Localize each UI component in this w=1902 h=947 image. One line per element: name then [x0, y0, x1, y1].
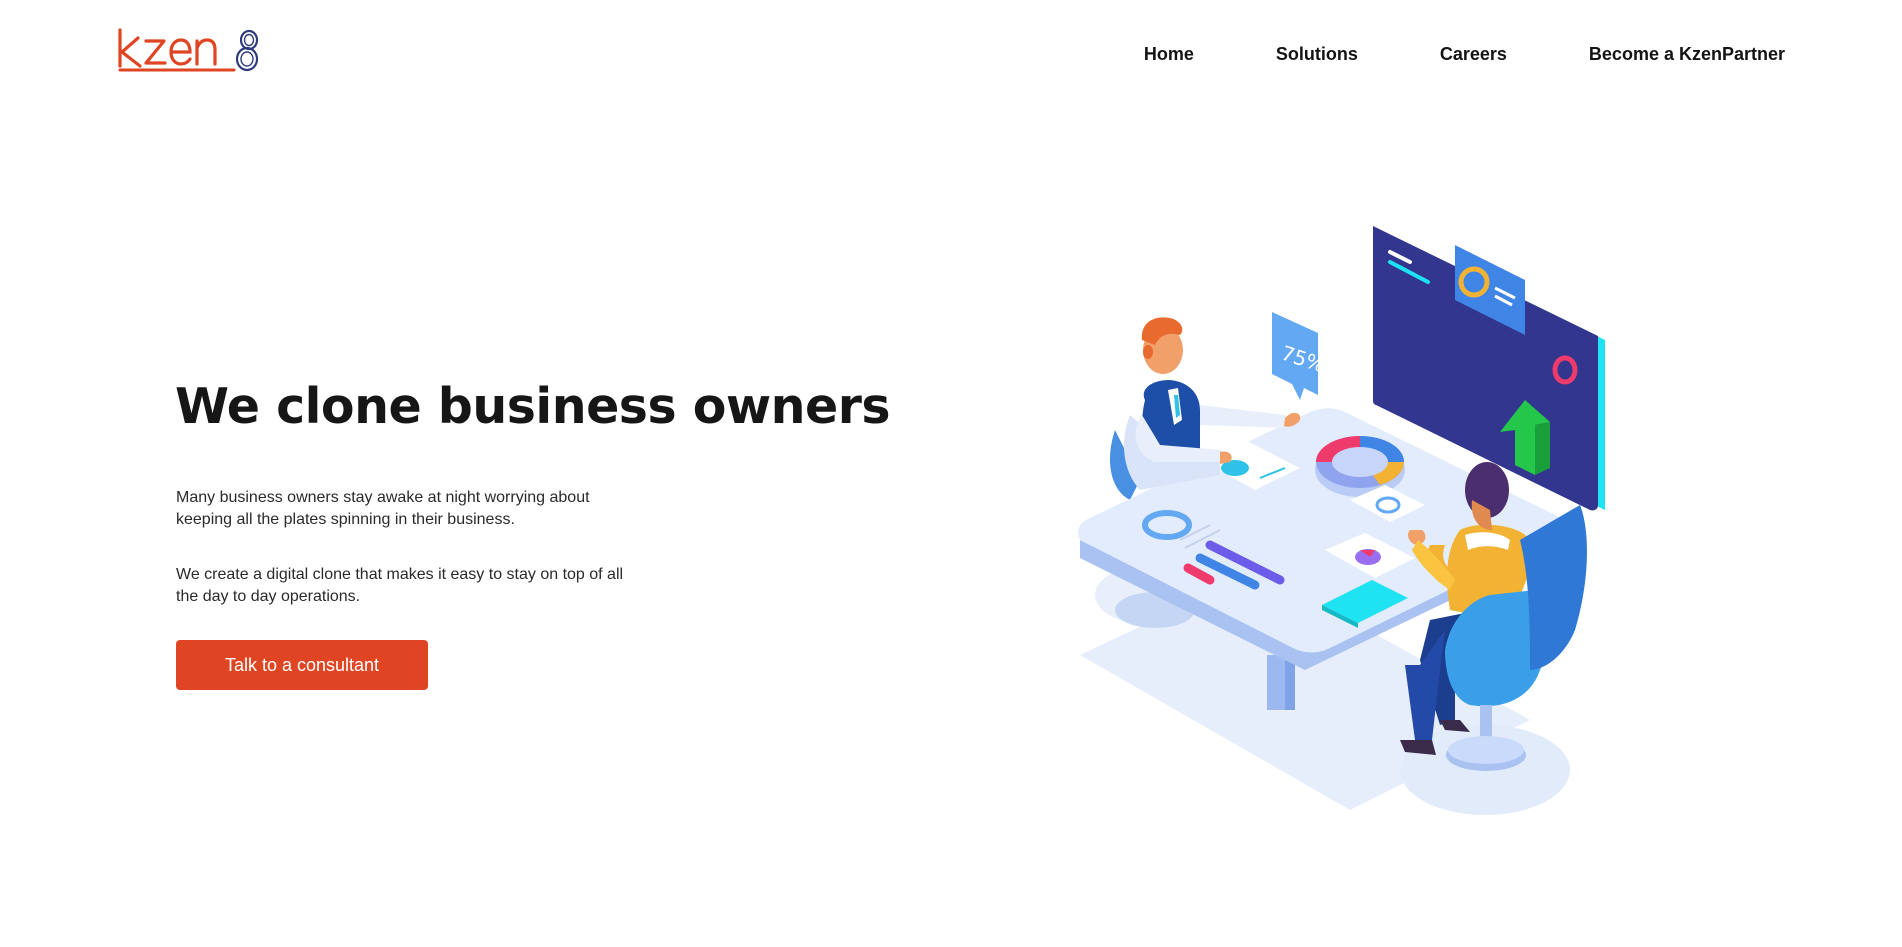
kzen8-logo-icon — [118, 28, 259, 72]
talk-to-consultant-button[interactable]: Talk to a consultant — [176, 640, 428, 690]
meeting-illustration-icon: 75% — [1078, 226, 1605, 815]
hero-title: We clone business owners — [175, 378, 891, 435]
page: Home Solutions Careers Become a KzenPart… — [0, 0, 1902, 947]
brand-logo[interactable] — [116, 24, 266, 74]
main-nav: Home Solutions Careers Become a KzenPart… — [1144, 42, 1785, 66]
site-header: Home Solutions Careers Become a KzenPart… — [0, 0, 1902, 110]
nav-solutions[interactable]: Solutions — [1276, 42, 1358, 66]
nav-become-partner[interactable]: Become a KzenPartner — [1589, 42, 1785, 66]
hero-paragraph-2: We create a digital clone that makes it … — [176, 566, 624, 605]
nav-careers[interactable]: Careers — [1440, 42, 1507, 66]
hero-paragraph-1: Many business owners stay awake at night… — [176, 489, 590, 528]
nav-home[interactable]: Home — [1144, 42, 1194, 66]
business-meeting-illustration: 75% — [1060, 200, 1620, 830]
